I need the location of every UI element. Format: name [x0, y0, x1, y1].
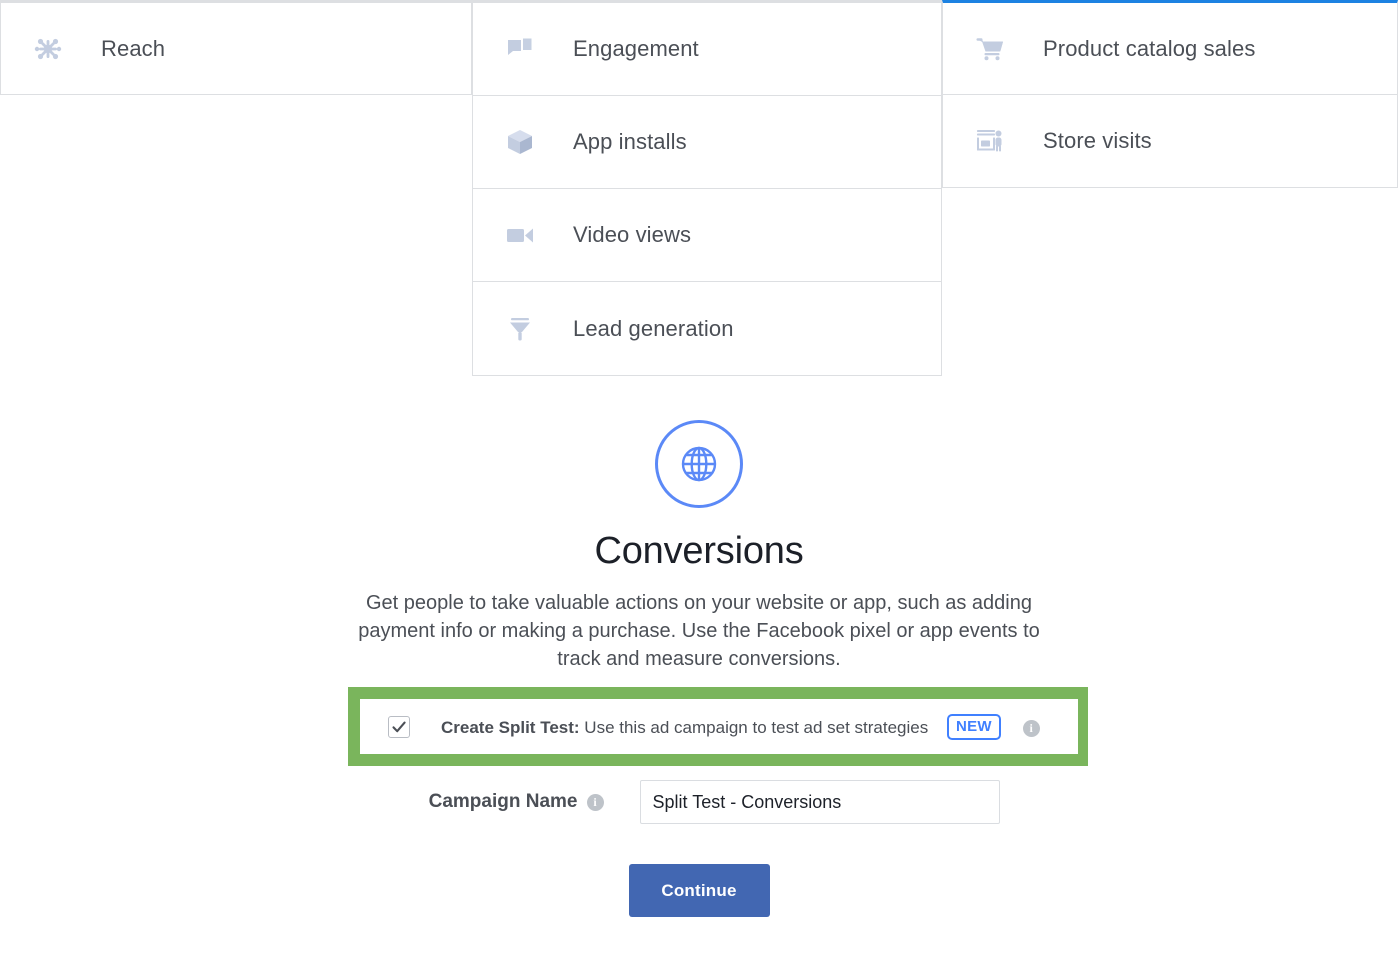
objective-item-engagement[interactable]: Engagement	[473, 3, 941, 96]
objective-label: Lead generation	[573, 315, 734, 341]
campaign-name-input[interactable]	[639, 780, 1000, 824]
objective-label: Product catalog sales	[1043, 35, 1256, 61]
objective-item-product-catalog-sales[interactable]: Product catalog sales	[943, 3, 1397, 95]
globe-icon	[655, 420, 743, 508]
lead-generation-icon	[503, 312, 537, 346]
objective-column-right: Product catalog sales Store visits	[942, 0, 1398, 188]
split-test-label-bold: Create Split Test:	[441, 717, 580, 737]
objective-item-video-views[interactable]: Video views	[473, 189, 941, 282]
campaign-name-label-wrap: Campaign Name i	[399, 791, 604, 813]
objective-column-middle-inner: Engagement App installs Video views Lead…	[472, 0, 942, 376]
reach-icon	[31, 32, 65, 66]
video-views-icon	[503, 218, 537, 252]
conversions-hero: Conversions Get people to take valuable …	[0, 420, 1398, 673]
split-test-row[interactable]: Create Split Test: Use this ad campaign …	[360, 699, 1078, 754]
objective-label: Video views	[573, 222, 692, 247]
info-icon[interactable]: i	[1022, 719, 1040, 737]
objective-grid: Reach Engagement App installs Video view…	[0, 0, 1398, 376]
info-icon[interactable]: i	[586, 793, 604, 811]
engagement-icon	[503, 32, 537, 66]
app-installs-icon	[503, 125, 537, 159]
objective-column-left: Reach	[0, 0, 472, 95]
continue-button[interactable]: Continue	[628, 864, 770, 917]
split-test-label: Create Split Test: Use this ad campaign …	[441, 713, 1040, 740]
shopping-cart-icon	[973, 32, 1007, 66]
objective-column-right-inner: Product catalog sales Store visits	[942, 0, 1398, 188]
objective-item-store-visits[interactable]: Store visits	[943, 95, 1397, 187]
objective-label: Store visits	[1043, 128, 1152, 153]
campaign-name-label: Campaign Name	[428, 791, 578, 812]
campaign-name-row: Campaign Name i	[0, 780, 1398, 824]
objective-item-lead-generation[interactable]: Lead generation	[473, 282, 941, 375]
objective-column-middle: Engagement App installs Video views Lead…	[472, 0, 942, 376]
objective-item-app-installs[interactable]: App installs	[473, 96, 941, 189]
split-test-label-rest: Use this ad campaign to test ad set stra…	[579, 717, 929, 737]
objective-column-left-inner: Reach	[0, 0, 472, 95]
objective-label: Engagement	[573, 36, 699, 61]
page-title: Conversions	[594, 530, 804, 572]
new-badge[interactable]: NEW	[946, 713, 1001, 740]
objective-description: Get people to take valuable actions on y…	[358, 592, 1040, 670]
continue-button-wrap: Continue	[0, 864, 1398, 917]
split-test-highlight: Create Split Test: Use this ad campaign …	[348, 687, 1088, 766]
store-visits-icon	[973, 124, 1007, 158]
create-split-test-checkbox[interactable]	[388, 715, 410, 738]
objective-label: App installs	[573, 129, 687, 154]
objective-label: Reach	[101, 35, 166, 61]
campaign-objective-page: Reach Engagement App installs Video view…	[0, 0, 1398, 962]
objective-item-reach[interactable]: Reach	[1, 3, 471, 94]
